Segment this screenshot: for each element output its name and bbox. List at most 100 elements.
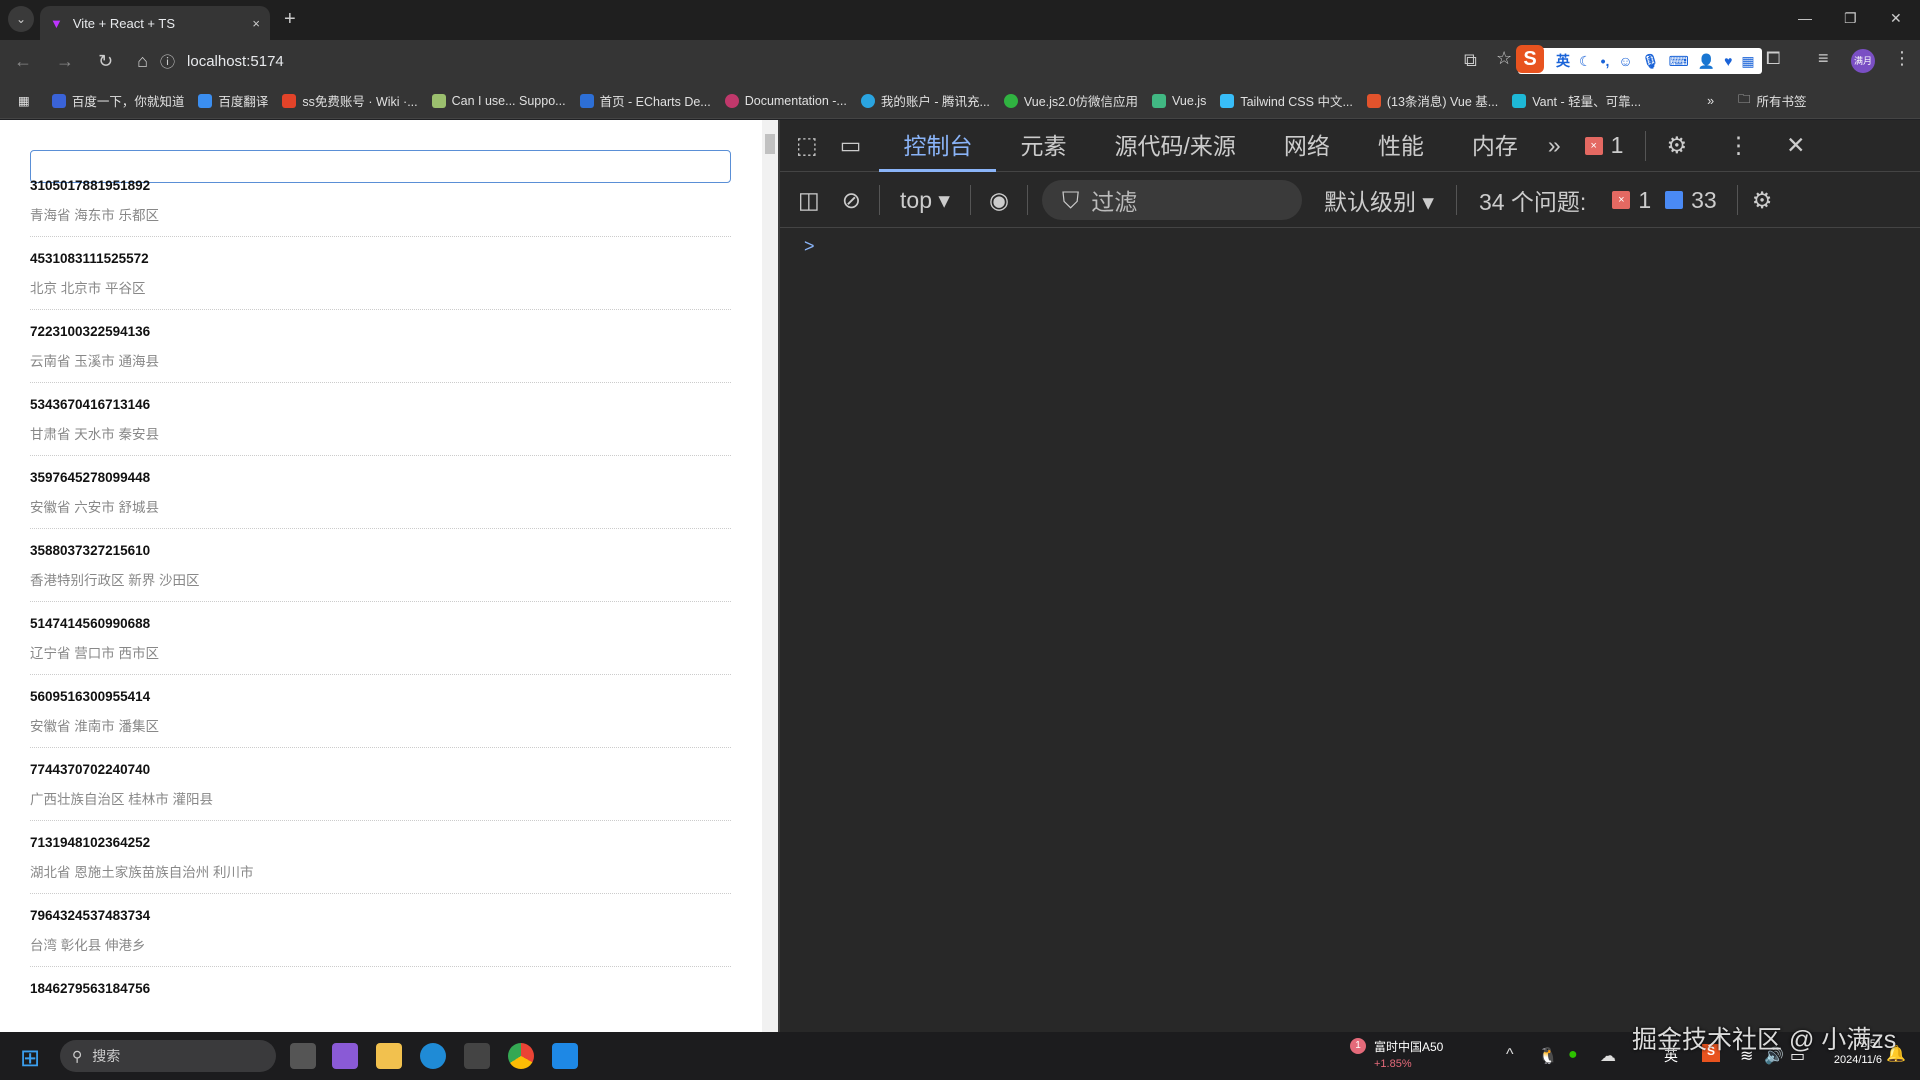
tab-title: Vite + React + TS	[72, 15, 176, 31]
tray-overflow-icon[interactable]: ^	[1506, 1046, 1514, 1064]
menu-icon[interactable]: ⋮	[1893, 48, 1911, 69]
scrollbar-thumb[interactable]	[765, 134, 775, 154]
tab-console[interactable]: 控制台	[879, 120, 997, 172]
log-level-select[interactable]: 默认级别 ▾	[1302, 183, 1456, 217]
moon-icon[interactable]: ☾	[1579, 53, 1592, 70]
tab-memory[interactable]: 内存	[1448, 120, 1542, 172]
bookmark-item[interactable]: Tailwind CSS 中文...	[1220, 91, 1353, 110]
stock-widget[interactable]: 1 富时中国A50 +1.85%	[1350, 1038, 1443, 1070]
apps-grid-icon[interactable]: ▦	[18, 93, 30, 108]
settings-icon[interactable]: ⚙	[1646, 132, 1707, 159]
error-count[interactable]: 1	[1603, 132, 1646, 159]
address-bar[interactable]: ⓘ localhost:5174	[160, 45, 284, 77]
tab-search-button[interactable]: ⌄	[8, 6, 34, 32]
list-item: 1846279563184756	[30, 967, 731, 1032]
inspect-element-icon[interactable]: ⬚	[780, 132, 832, 159]
sidebar-toggle-icon[interactable]: ◫	[780, 187, 838, 214]
chrome-icon[interactable]	[508, 1043, 534, 1069]
mic-icon[interactable]: 🎙	[1642, 53, 1660, 70]
all-bookmarks[interactable]: 🗀 所有书签	[1738, 90, 1807, 111]
clear-console-icon[interactable]: ⊘	[838, 187, 879, 214]
bookmark-item[interactable]: Vant - 轻量、可靠...	[1512, 91, 1641, 110]
minimize-button[interactable]: —	[1798, 10, 1812, 26]
close-tab-icon[interactable]: ×	[252, 16, 260, 31]
home-icon[interactable]: ⌂	[137, 51, 148, 72]
bookmark-item[interactable]: ss免费账号 · Wiki ·...	[282, 91, 418, 110]
site-info-icon[interactable]: ⓘ	[160, 51, 175, 72]
console-input-area[interactable]	[780, 228, 1920, 1032]
console-settings-icon[interactable]: ⚙	[1738, 187, 1787, 214]
profile-avatar[interactable]: 满月	[1851, 49, 1875, 73]
new-tab-button[interactable]: +	[284, 8, 296, 31]
reload-icon[interactable]: ↻	[98, 51, 113, 72]
emoji-icon[interactable]: ☺	[1618, 53, 1632, 69]
sogou-icon[interactable]: S	[1516, 45, 1544, 73]
issue-info-icon[interactable]	[1665, 191, 1684, 209]
tab-performance[interactable]: 性能	[1354, 120, 1448, 172]
extensions-icon[interactable]: ⧠	[1766, 48, 1780, 69]
bookmark-item[interactable]: 我的账户 - 腾讯充...	[860, 91, 990, 110]
issue-error-icon[interactable]: ×	[1612, 191, 1631, 209]
maximize-button[interactable]: ❐	[1844, 10, 1857, 27]
browser-tab[interactable]: ▼ Vite + React + TS ×	[40, 6, 270, 40]
media-icon[interactable]: ≡	[1818, 48, 1829, 69]
user-icon[interactable]: 👤	[1698, 53, 1715, 70]
bookmark-item[interactable]: 百度一下，你就知道	[51, 91, 184, 110]
forward-icon[interactable]: →	[56, 51, 74, 72]
bookmark-item[interactable]: 首页 - ECharts De...	[579, 91, 711, 110]
translate-icon[interactable]: ⧉	[1464, 50, 1477, 71]
taskbar-search[interactable]: ⚲ 搜索	[60, 1040, 276, 1072]
device-toolbar-icon[interactable]: ▭	[832, 132, 880, 159]
close-window-button[interactable]: ✕	[1890, 10, 1902, 27]
edge-icon[interactable]	[420, 1043, 446, 1069]
item-id: 7964324537483734	[30, 908, 151, 923]
skin-icon[interactable]: ♥	[1724, 53, 1732, 69]
page-scrollbar[interactable]	[762, 120, 778, 1032]
bookmark-item[interactable]: Documentation -...	[724, 93, 847, 108]
back-icon[interactable]: ←	[14, 51, 32, 72]
folder-icon: 🗀	[1738, 92, 1751, 106]
bookmarks-more[interactable]: »	[1707, 94, 1714, 108]
item-address: 安徽省 六安市 舒城县	[30, 500, 160, 515]
visual-studio-icon[interactable]	[332, 1043, 358, 1069]
more-options-icon[interactable]: ⋮	[1707, 132, 1770, 159]
tab-sources[interactable]: 源代码/来源	[1090, 120, 1259, 172]
close-devtools-icon[interactable]: ✕	[1770, 132, 1821, 159]
ime-lang[interactable]: 英	[1556, 51, 1570, 71]
list-item: 3597645278099448 安徽省 六安市 舒城县	[30, 456, 731, 529]
issues-info[interactable]: 33	[1683, 187, 1737, 214]
item-address: 安徽省 淮南市 潘集区	[30, 719, 160, 734]
bookmark-item[interactable]: Can I use... Suppo...	[431, 93, 566, 108]
vscode-icon[interactable]	[552, 1043, 578, 1069]
bookmark-item[interactable]: (13条消息) Vue 基...	[1366, 91, 1498, 110]
task-view-icon[interactable]	[290, 1043, 316, 1069]
list-item: 7964324537483734 台湾 彰化县 伸港乡	[30, 894, 731, 967]
qq-icon[interactable]: 🐧	[1538, 1046, 1558, 1066]
tab-network[interactable]: 网络	[1260, 120, 1354, 172]
apps-icon[interactable]: ▦	[1741, 53, 1754, 70]
search-icon: ⚲	[72, 1047, 83, 1064]
bookmark-item[interactable]: Vue.js2.0仿微信应用	[1003, 91, 1138, 110]
bookmark-star-icon[interactable]: ☆	[1496, 48, 1512, 69]
file-explorer-icon[interactable]	[376, 1043, 402, 1069]
issues-errors[interactable]: 1	[1630, 187, 1665, 214]
item-id: 1846279563184756	[30, 981, 151, 996]
live-expression-eye-icon[interactable]: ◉	[971, 187, 1027, 214]
item-address: 湖北省 恩施土家族苗族自治州 利川市	[30, 865, 254, 880]
windows-start-icon[interactable]: ⊞	[20, 1044, 40, 1073]
app-icon[interactable]	[464, 1043, 490, 1069]
devtools-tabs: ⬚ ▭ 控制台 元素 源代码/来源 网络 性能 内存 » × 1 ⚙ ⋮ ✕	[780, 120, 1920, 172]
issues-label[interactable]: 34 个问题:	[1457, 183, 1612, 217]
tab-elements[interactable]: 元素	[996, 120, 1090, 172]
error-icon[interactable]: ×	[1584, 136, 1603, 155]
punct-icon[interactable]: •,	[1601, 53, 1610, 69]
filter-input[interactable]: ⛉ 过滤	[1042, 180, 1303, 220]
list-item: 3588037327215610 香港特别行政区 新界 沙田区	[30, 529, 731, 602]
onedrive-icon[interactable]: ☁	[1600, 1046, 1616, 1066]
keyboard-icon[interactable]: ⌨	[1668, 53, 1688, 70]
more-tabs-icon[interactable]: »	[1542, 132, 1585, 159]
context-select[interactable]: top ▾	[880, 187, 970, 214]
bookmark-item[interactable]: 百度翻译	[198, 91, 268, 110]
bookmark-item[interactable]: Vue.js	[1152, 93, 1206, 108]
wechat-icon[interactable]: ●	[1568, 1046, 1578, 1064]
